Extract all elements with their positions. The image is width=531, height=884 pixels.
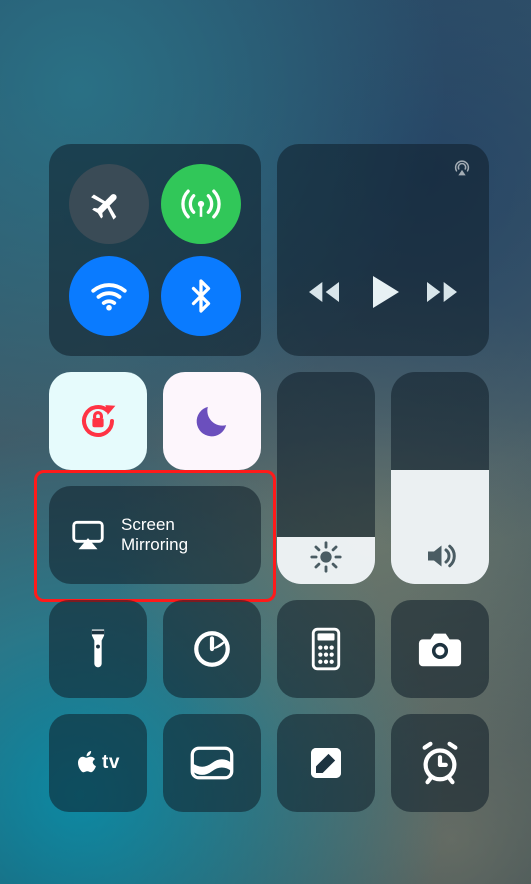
calculator-button[interactable] <box>277 600 375 698</box>
notes-button[interactable] <box>277 714 375 812</box>
wallet-button[interactable] <box>163 714 261 812</box>
camera-icon <box>417 629 463 669</box>
screen-mirroring-button[interactable]: Screen Mirroring <box>49 486 261 584</box>
rotation-lock-toggle[interactable] <box>49 372 147 470</box>
timer-button[interactable] <box>163 600 261 698</box>
volume-slider[interactable] <box>391 372 489 584</box>
screen-mirroring-label: Screen Mirroring <box>121 515 188 554</box>
play-button[interactable] <box>359 268 407 316</box>
volume-icon <box>422 538 458 574</box>
airplane-icon <box>90 185 128 223</box>
do-not-disturb-toggle[interactable] <box>163 372 261 470</box>
timer-icon <box>191 628 233 670</box>
airplane-toggle[interactable] <box>69 164 149 244</box>
rewind-button[interactable] <box>304 272 344 312</box>
do-not-disturb-icon <box>192 401 232 441</box>
wallet-icon <box>189 744 235 782</box>
notes-icon <box>306 743 346 783</box>
media-panel[interactable] <box>277 144 489 356</box>
cellular-icon <box>179 182 223 226</box>
airplay-audio-icon <box>451 158 473 180</box>
camera-button[interactable] <box>391 600 489 698</box>
alarm-icon <box>417 740 463 786</box>
apple-logo-icon <box>76 749 100 777</box>
airplay-video-icon <box>69 516 107 554</box>
wifi-toggle[interactable] <box>69 256 149 336</box>
brightness-slider[interactable] <box>277 372 375 584</box>
apple-tv-button[interactable]: tv <box>49 714 147 812</box>
forward-button[interactable] <box>422 272 462 312</box>
control-center: Screen Mirroring <box>0 0 531 884</box>
calculator-icon <box>309 627 343 671</box>
cellular-toggle[interactable] <box>161 164 241 244</box>
brightness-icon <box>309 540 343 574</box>
rotation-lock-icon <box>74 397 122 445</box>
flashlight-button[interactable] <box>49 600 147 698</box>
wifi-icon <box>88 275 130 317</box>
connectivity-panel[interactable] <box>49 144 261 356</box>
flashlight-icon <box>83 627 113 671</box>
bluetooth-toggle[interactable] <box>161 256 241 336</box>
apple-tv-label: tv <box>102 752 120 774</box>
bluetooth-icon <box>183 278 219 314</box>
alarm-button[interactable] <box>391 714 489 812</box>
